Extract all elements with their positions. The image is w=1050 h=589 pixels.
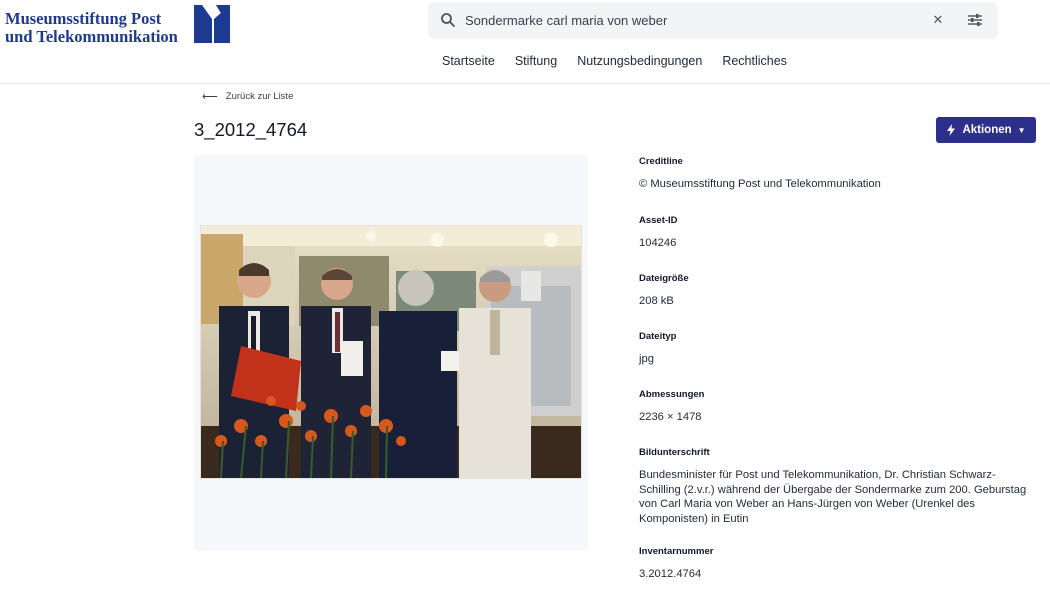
image-preview [194,155,588,550]
search-input[interactable] [465,2,915,39]
close-icon[interactable]: ✕ [931,13,945,27]
main-nav: Startseite Stiftung Nutzungsbedingungen … [442,54,787,68]
logo-line-1: Museumsstiftung Post [5,9,162,28]
meta-label-inventarnummer: Inventarnummer [639,546,714,557]
actions-button[interactable]: Aktionen ▼ [936,117,1036,143]
sliders-icon[interactable] [967,12,983,28]
search-icon[interactable] [440,12,456,28]
site-logo[interactable]: Museumsstiftung Post und Telekommunikati… [5,5,245,50]
back-to-list-link[interactable]: ⟵ Zurück zur Liste [202,91,293,102]
nav-stiftung[interactable]: Stiftung [515,54,557,68]
meta-label-dateityp: Dateityp [639,331,677,342]
meta-value-asset-id: 104246 [639,237,677,249]
meta-value-dateityp: jpg [639,353,654,365]
nav-rechtliches[interactable]: Rechtliches [722,54,787,68]
meta-value-bildunterschrift: Bundesminister für Post und Telekommunik… [639,469,1027,525]
actions-label: Aktionen [962,124,1012,136]
meta-value-abmessungen: 2236 × 1478 [639,411,702,423]
chevron-down-icon: ▼ [1017,125,1026,135]
search-bar: ✕ [428,2,998,39]
back-to-list-label: Zurück zur Liste [225,91,294,102]
nav-startseite[interactable]: Startseite [442,54,495,68]
meta-value-dateigroesse: 208 kB [639,295,674,307]
site-header: Museumsstiftung Post und Telekommunikati… [0,0,1050,84]
meta-value-creditline: © Museumsstiftung Post und Telekommunika… [639,178,881,190]
meta-label-bildunterschrift: Bildunterschrift [639,447,710,458]
bolt-icon [947,124,956,136]
page-title: 3_2012_4764 [194,119,308,140]
meta-label-asset-id: Asset-ID [639,215,678,226]
meta-label-creditline: Creditline [639,156,683,167]
meta-label-abmessungen: Abmessungen [639,389,705,400]
museumsstiftung-logo-mark-icon [194,5,230,43]
meta-label-dateigroesse: Dateigröße [639,273,689,284]
meta-value-inventarnummer: 3.2012.4764 [639,568,702,580]
arrow-left-icon: ⟵ [202,90,218,103]
nav-nutzungsbedingungen[interactable]: Nutzungsbedingungen [577,54,702,68]
photo-frame[interactable] [200,225,582,479]
logo-text: Museumsstiftung Post und Telekommunikati… [5,10,178,46]
logo-line-2: und Telekommunikation [5,27,178,46]
asset-photo [201,226,581,478]
